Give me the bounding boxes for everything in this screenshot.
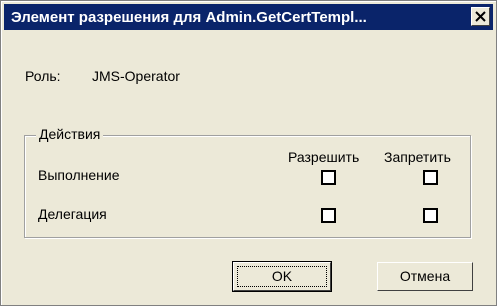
execute-allow-checkbox[interactable] [321,170,336,185]
cancel-button[interactable]: Отмена [377,262,473,291]
title-bar[interactable]: Элемент разрешения для Admin.GetCertTemp… [4,4,493,30]
column-header-deny: Запретить [384,149,451,165]
window-title: Элемент разрешения для Admin.GetCertTemp… [11,9,367,26]
ok-button[interactable]: OK [232,261,332,292]
permission-dialog: Элемент разрешения для Admin.GetCertTemp… [0,0,497,306]
close-icon [475,11,486,22]
role-label: Роль: [25,68,61,84]
row-label-execute: Выполнение [38,167,120,183]
role-value: JMS-Operator [92,68,180,84]
ok-button-label: OK [237,266,327,287]
column-header-allow: Разрешить [288,149,360,165]
close-button[interactable] [471,7,490,26]
row-label-delegate: Делегация [38,206,107,222]
actions-group-label: Действия [36,125,104,143]
delegate-allow-checkbox[interactable] [321,208,336,223]
delegate-deny-checkbox[interactable] [423,208,438,223]
execute-deny-checkbox[interactable] [423,170,438,185]
